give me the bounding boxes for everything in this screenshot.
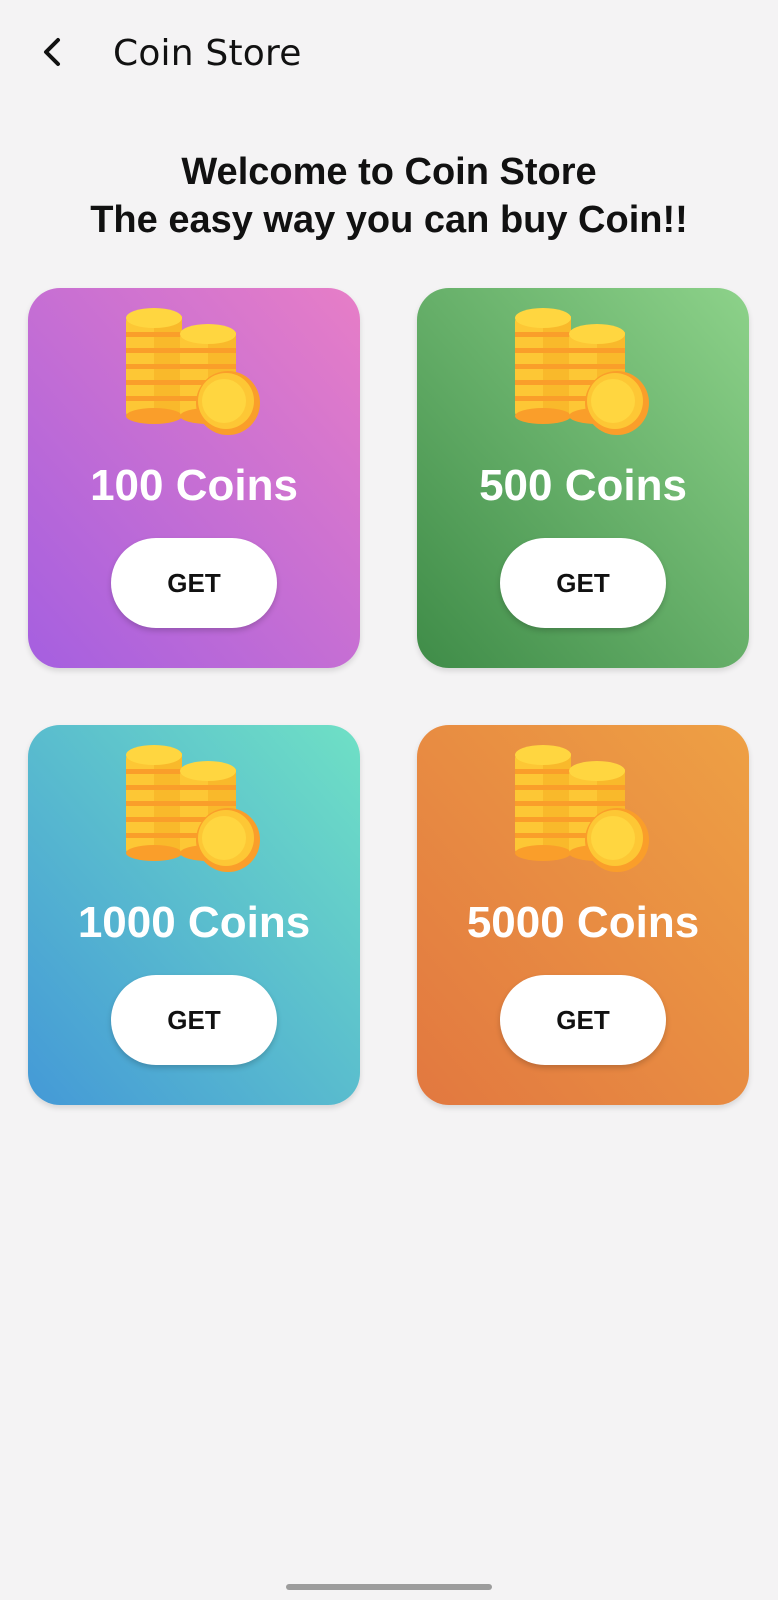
get-button-5000[interactable]: GET <box>500 975 666 1065</box>
get-button-1000[interactable]: GET <box>111 975 277 1065</box>
coin-stack-icon <box>126 308 260 435</box>
back-button[interactable] <box>30 28 78 76</box>
coin-package-card-100: 100 Coins GET <box>28 288 360 668</box>
page-title: Coin Store <box>113 33 302 74</box>
welcome-line-2: The easy way you can buy Coin!! <box>90 199 688 241</box>
coin-package-label: 5000 Coins <box>466 898 700 947</box>
welcome-line-1: Welcome to Coin Store <box>181 151 597 193</box>
chevron-left-icon <box>44 38 60 66</box>
get-button-500[interactable]: GET <box>500 538 666 628</box>
welcome-message: Welcome to Coin Store The easy way you c… <box>0 148 778 244</box>
coin-stack-icon <box>126 745 260 872</box>
get-button-100[interactable]: GET <box>111 538 277 628</box>
coin-stack-icon <box>515 308 649 435</box>
app-bar: Coin Store <box>0 0 778 110</box>
coin-package-card-1000: 1000 Coins GET <box>28 725 360 1105</box>
coin-stack-icon <box>515 745 649 872</box>
coin-package-label: 1000 Coins <box>77 898 311 947</box>
coin-package-card-500: 500 Coins GET <box>417 288 749 668</box>
coin-package-card-5000: 5000 Coins GET <box>417 725 749 1105</box>
coin-package-label: 500 Coins <box>479 461 687 510</box>
coin-package-label: 100 Coins <box>90 461 298 510</box>
home-indicator[interactable] <box>286 1584 492 1590</box>
